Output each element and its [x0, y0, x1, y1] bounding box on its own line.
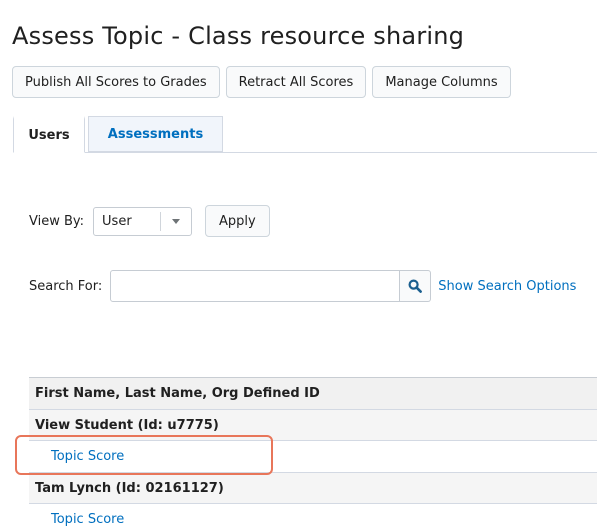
search-input[interactable]	[110, 270, 401, 302]
search-icon	[408, 279, 423, 293]
show-search-options-link[interactable]: Show Search Options	[438, 279, 576, 294]
tab-users[interactable]: Users	[13, 116, 85, 153]
tab-bar: Users Assessments	[13, 116, 597, 153]
toolbar: Publish All Scores to Grades Retract All…	[12, 66, 511, 98]
table-row: Topic Score	[29, 503, 597, 532]
view-by-select[interactable]: User	[93, 206, 193, 236]
assess-topic-page: Assess Topic - Class resource sharing Pu…	[0, 0, 597, 532]
chevron-down-icon	[172, 218, 181, 224]
page-title: Assess Topic - Class resource sharing	[12, 22, 465, 50]
view-by-label: View By:	[29, 213, 85, 229]
topic-score-link-tam-lynch[interactable]: Topic Score	[51, 512, 124, 527]
publish-all-scores-button[interactable]: Publish All Scores to Grades	[12, 66, 220, 98]
search-button[interactable]	[400, 270, 432, 302]
select-divider	[160, 211, 162, 231]
highlight-box	[15, 435, 273, 475]
search-label: Search For:	[29, 278, 103, 294]
manage-columns-button[interactable]: Manage Columns	[372, 66, 511, 98]
apply-button[interactable]: Apply	[205, 205, 270, 237]
retract-all-scores-button[interactable]: Retract All Scores	[225, 66, 367, 98]
table-header: First Name, Last Name, Org Defined ID	[29, 377, 597, 409]
view-by-row: View By: User Apply	[29, 205, 270, 237]
student-row-tam-lynch: Tam Lynch (Id: 02161127)	[29, 472, 597, 503]
view-by-selected-value: User	[102, 213, 132, 229]
search-row: Search For: Show Search Options	[29, 270, 576, 302]
tab-assessments[interactable]: Assessments	[88, 116, 223, 152]
